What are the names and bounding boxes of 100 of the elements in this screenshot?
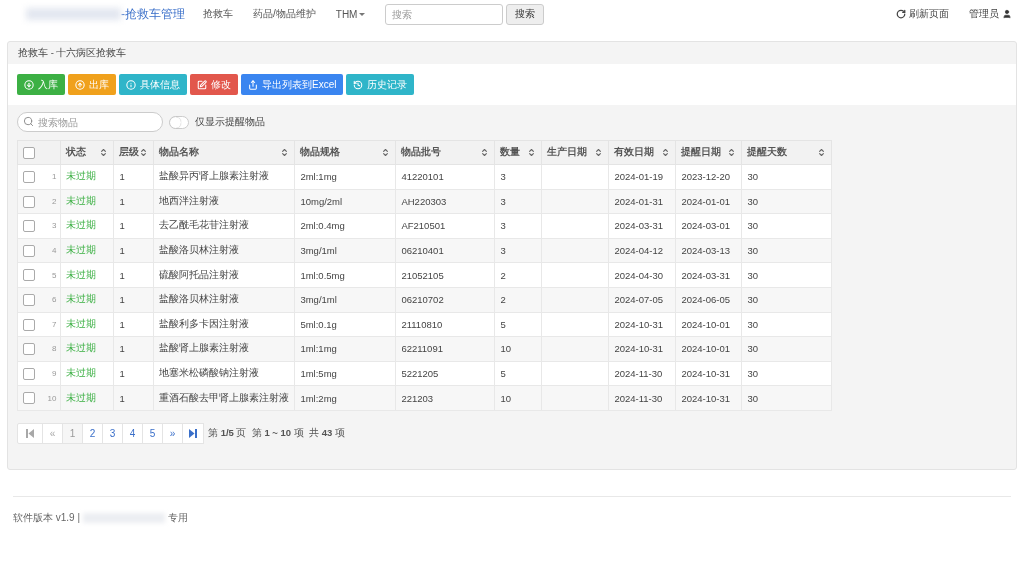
action-button[interactable]: 导出列表到Excel: [241, 74, 344, 95]
footer-text: 专用: [168, 511, 189, 525]
column-header[interactable]: 物品名称: [153, 140, 295, 165]
column-header[interactable]: 状态: [60, 140, 114, 165]
nav-link[interactable]: 药品/物品维护: [253, 7, 316, 21]
table-cell: 盐酸异丙肾上腺素注射液: [153, 164, 295, 190]
table-cell: 30: [741, 189, 832, 214]
row-checkbox[interactable]: [23, 318, 35, 331]
table-cell: 30: [741, 385, 832, 411]
sort-icon: [594, 148, 604, 157]
page-button[interactable]: »: [162, 422, 183, 444]
row-checkbox[interactable]: [23, 367, 35, 380]
sort-icon: [817, 148, 827, 157]
table-cell: AF210501: [395, 213, 495, 239]
table-cell: 盐酸利多卡因注射液: [153, 312, 295, 337]
table-cell: 62211091: [395, 336, 495, 362]
table-cell: 2ml:1mg: [294, 164, 396, 190]
status-text: 未过期: [66, 194, 97, 206]
table-cell: 21052105: [395, 262, 495, 288]
status-text: 未过期: [66, 170, 97, 182]
page-button[interactable]: 2: [82, 422, 103, 444]
search-field[interactable]: 搜索: [385, 3, 504, 25]
table-cell: 1ml:2mg: [294, 385, 396, 411]
last-page-icon: [189, 428, 197, 438]
status-text: 未过期: [66, 293, 97, 305]
nav-link[interactable]: THM: [335, 8, 366, 20]
table-cell: 30: [741, 238, 832, 263]
column-header[interactable]: 层级: [113, 140, 154, 165]
table-cell: 1ml:5mg: [294, 361, 396, 386]
table-cell: 2ml:0.4mg: [294, 213, 396, 239]
table-cell: 10mg/2ml: [294, 189, 396, 214]
edit-icon: [197, 79, 207, 90]
row-checkbox[interactable]: [23, 343, 35, 356]
sort-icon: [99, 148, 109, 157]
table-cell: 3mg/1ml: [294, 287, 396, 313]
row-checkbox[interactable]: [23, 269, 35, 282]
table-cell: 5221205: [395, 361, 495, 386]
table-cell: 30: [741, 164, 832, 190]
table-cell: 30: [741, 262, 832, 288]
column-header[interactable]: 有效日期: [608, 140, 676, 165]
first-page-icon: [26, 428, 34, 438]
sort-icon: [480, 148, 490, 157]
table-cell: 盐酸洛贝林注射液: [153, 287, 295, 313]
info-icon: [126, 79, 136, 90]
refresh-link[interactable]: 刷新页面: [896, 7, 949, 21]
status-text: 未过期: [66, 342, 97, 354]
sort-icon: [381, 148, 391, 157]
table-cell: 30: [741, 287, 832, 313]
toggle-label: 仅显示提醒物品: [195, 115, 265, 129]
table-cell: 3mg/1ml: [294, 238, 396, 263]
column-header[interactable]: 数量: [494, 140, 542, 165]
search-button[interactable]: 搜索: [506, 3, 545, 25]
select-all-checkbox[interactable]: [23, 146, 35, 159]
status-text: 未过期: [66, 219, 97, 231]
arrow-down-circle-icon: [24, 79, 34, 90]
table-cell: 1ml:1mg: [294, 336, 396, 362]
page-button[interactable]: [182, 422, 204, 444]
table-cell: 21110810: [395, 312, 495, 337]
sort-icon: [727, 148, 737, 157]
status-text: 未过期: [66, 268, 97, 280]
table-cell: 地西泮注射液: [153, 189, 295, 214]
panel-title: 抢救车 - 十六病区抢救车: [18, 46, 127, 60]
status-text: 未过期: [66, 367, 97, 379]
column-header[interactable]: 物品规格: [294, 140, 396, 165]
column-header[interactable]: 提醒日期: [675, 140, 742, 165]
toggle-switch[interactable]: [169, 115, 189, 129]
table-cell: 硫酸阿托品注射液: [153, 262, 295, 288]
share-icon: [248, 79, 258, 90]
page-button[interactable]: 4: [122, 422, 143, 444]
table-cell: 30: [741, 336, 832, 362]
table-cell: 221203: [395, 385, 495, 411]
page-button[interactable]: 5: [142, 422, 163, 444]
user-icon: [1002, 9, 1012, 19]
row-checkbox[interactable]: [23, 244, 35, 257]
brand-title[interactable]: -抢救车管理: [121, 5, 185, 23]
row-checkbox[interactable]: [23, 392, 35, 405]
column-header[interactable]: 生产日期: [541, 140, 609, 165]
caret-icon: [359, 12, 366, 16]
page-button[interactable]: 3: [102, 422, 123, 444]
status-text: 未过期: [66, 317, 97, 329]
table-cell: 去乙酰毛花苷注射液: [153, 213, 295, 239]
version-text: 软件版本 v1.9 |: [13, 511, 81, 525]
column-header[interactable]: 物品批号: [395, 140, 495, 165]
row-checkbox[interactable]: [23, 171, 35, 184]
table-cell: AH220303: [395, 189, 495, 214]
nav-link[interactable]: 抢救车: [203, 7, 233, 21]
table-cell: 5ml:0.1g: [294, 312, 396, 337]
user-menu[interactable]: 管理员: [969, 7, 1012, 21]
action-button[interactable]: 修改: [190, 74, 238, 95]
row-checkbox[interactable]: [23, 195, 35, 208]
row-checkbox[interactable]: [23, 294, 35, 306]
sort-icon: [661, 148, 671, 157]
sort-icon: [527, 148, 537, 157]
status-text: 未过期: [66, 391, 97, 403]
table-cell: 盐酸洛贝林注射液: [153, 238, 295, 263]
table-cell: 30: [741, 312, 832, 337]
item-search-field[interactable]: 搜索物品: [17, 112, 163, 132]
row-checkbox[interactable]: [23, 220, 35, 233]
page-summary: 第 1/5 页 第 1 ~ 10 项 共 43 项: [208, 426, 345, 440]
column-header[interactable]: 提醒天数: [741, 140, 832, 165]
